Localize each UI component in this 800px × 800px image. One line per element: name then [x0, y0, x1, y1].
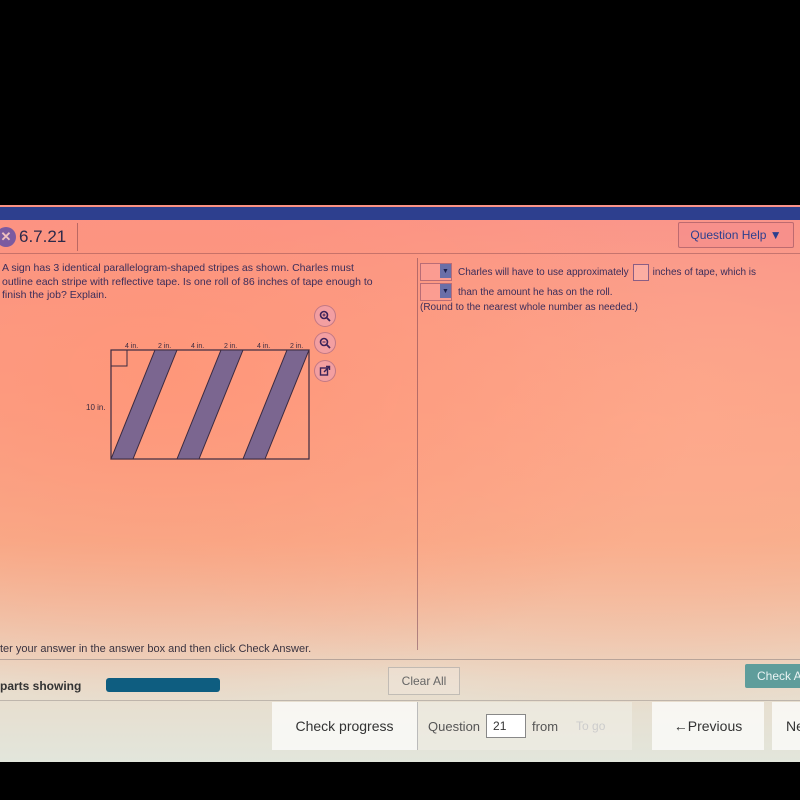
go-button[interactable]: To go: [576, 719, 605, 733]
tape-length-input[interactable]: [632, 263, 649, 281]
parallelogram-stripe: [242, 349, 310, 460]
question-number-input[interactable]: 21: [486, 714, 527, 738]
clear-all-button[interactable]: Clear All: [388, 667, 460, 695]
comparison-dropdown-2[interactable]: ▼: [420, 283, 452, 301]
screen-bezel: [0, 762, 800, 800]
answer-line-1: Charles will have to use approximately: [458, 266, 629, 278]
dropdown-arrow-icon: ▼: [440, 264, 451, 278]
parts-showing-label: parts showing: [0, 679, 82, 693]
question-help-button[interactable]: Question Help ▼: [678, 222, 794, 248]
dropdown-arrow-icon: ▼: [440, 284, 451, 298]
question-label: Question: [428, 718, 481, 734]
rounding-note: (Round to the nearest whole number as ne…: [420, 302, 638, 313]
top-dimension-label: 4 in.: [257, 343, 270, 350]
from-label: from: [532, 718, 559, 734]
answer-line-1-after: inches of tape, which is: [652, 266, 757, 278]
pane-divider: [417, 258, 418, 650]
question-line: A sign has 3 identical parallelogram-sha…: [2, 262, 354, 274]
next-button[interactable]: Ne: [772, 702, 800, 750]
comparison-dropdown-1[interactable]: ▼: [420, 263, 452, 281]
question-id: ✕ 6.7.21: [0, 223, 78, 251]
parallelogram-stripe: [176, 349, 244, 460]
top-dimension-label: 4 in.: [191, 343, 204, 350]
instruction-text: ter your answer in the answer box and th…: [0, 643, 312, 655]
footer-divider: [0, 659, 800, 660]
stripes-figure: 4 in. 2 in. 4 in. 2 in. 4 in. 2 in. 10 in.: [86, 343, 310, 460]
top-dimension-label: 4 in.: [125, 343, 138, 350]
side-label: 10 in.: [86, 403, 106, 412]
parts-progress-bar: [106, 678, 220, 692]
top-dimension-label: 2 in.: [224, 343, 237, 350]
top-dimension-label: 2 in.: [290, 343, 303, 350]
question-number: 6.7.21: [19, 227, 67, 246]
right-angle-mark: [110, 349, 128, 367]
check-progress-button[interactable]: Check progress: [272, 702, 418, 750]
question-line: outline each stripe with reflective tape…: [2, 275, 373, 288]
answer-line-2: than the amount he has on the roll.: [458, 286, 613, 298]
top-accent-bar: [0, 207, 800, 220]
incorrect-x-icon: ✕: [0, 227, 16, 247]
zoom-in-icon[interactable]: [314, 305, 336, 327]
check-answer-button[interactable]: Check A: [745, 664, 800, 688]
question-text: A sign has 3 identical parallelogram-sha…: [2, 262, 412, 303]
top-dimension-label: 2 in.: [158, 343, 171, 350]
question-line: finish the job? Explain.: [2, 289, 108, 301]
previous-button[interactable]: ←Previous: [652, 702, 764, 750]
question-navigator: Question 21 from To go: [418, 702, 632, 750]
nav-divider: [0, 700, 800, 701]
answer-area: ▼ Charles will have to use approximately…: [420, 262, 800, 313]
